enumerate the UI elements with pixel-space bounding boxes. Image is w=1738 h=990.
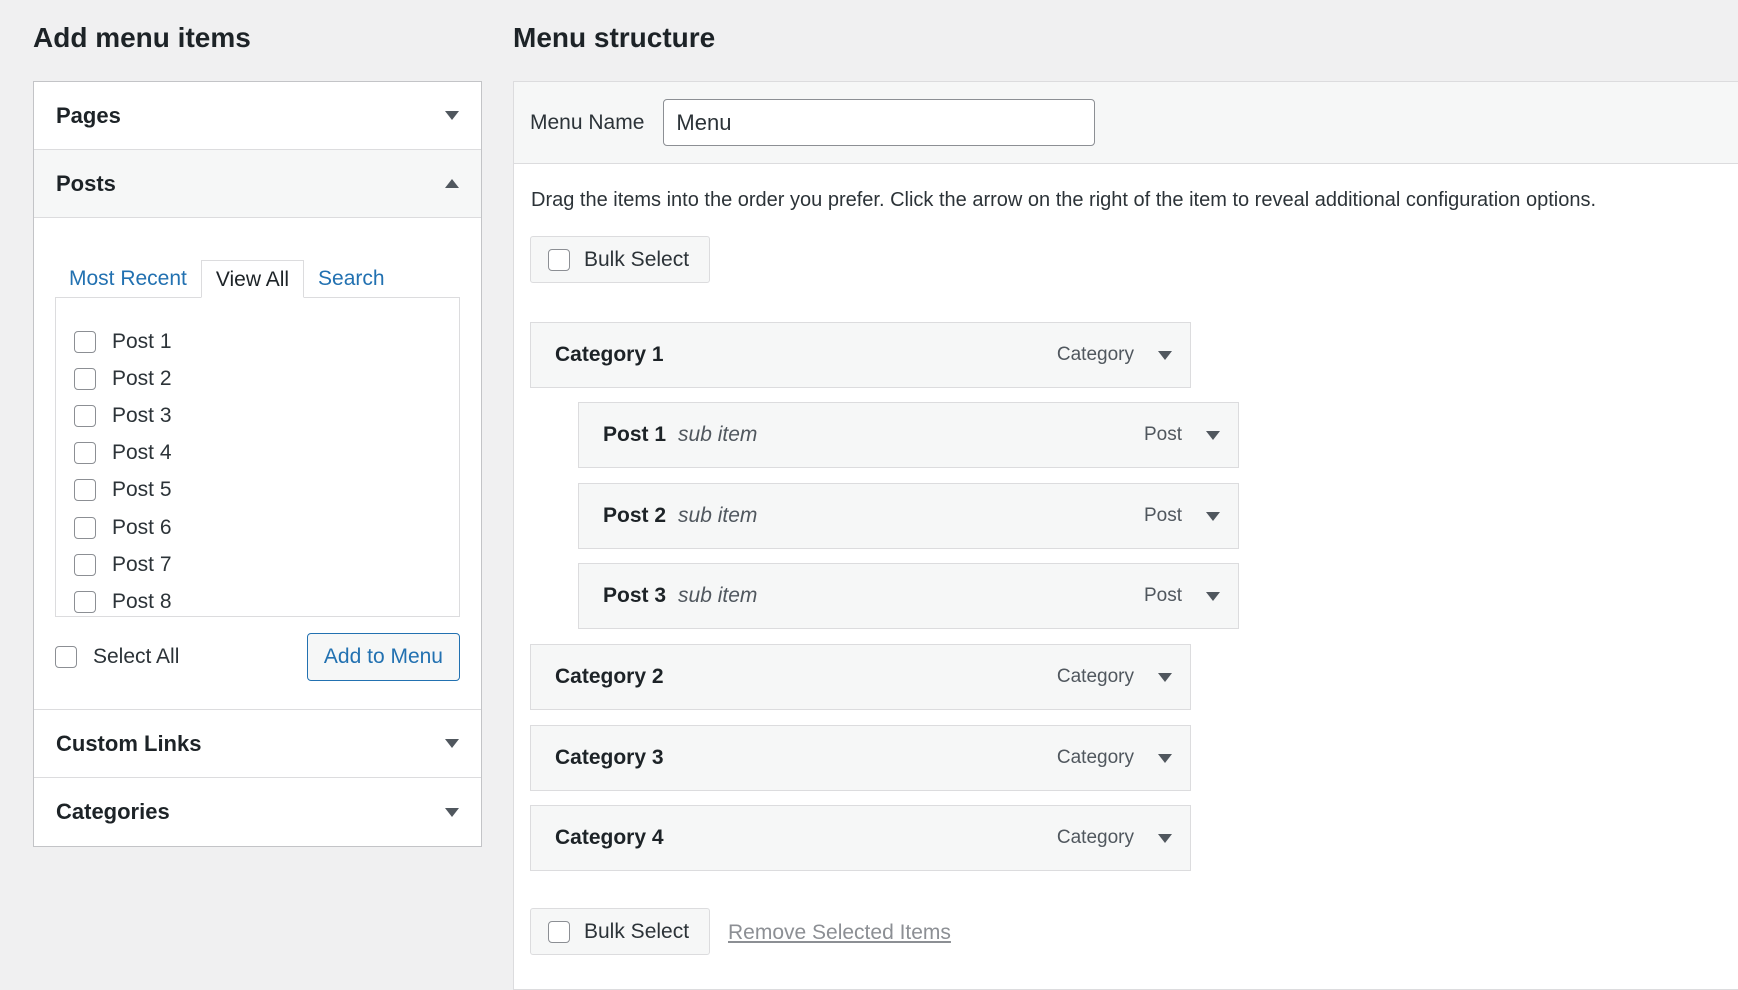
menu-item-sub-label: sub item	[678, 584, 758, 607]
menu-structure-panel: Menu Name Drag the items into the order …	[513, 81, 1738, 990]
menu-item-title: Category 1	[555, 343, 664, 366]
list-item: Post 8	[74, 583, 441, 616]
menu-item-category-2[interactable]: Category 2 Category	[530, 644, 1191, 710]
menu-item-title: Category 3	[555, 746, 664, 769]
pages-section-label: Pages	[56, 102, 121, 128]
menu-item-type: Category	[1056, 747, 1134, 768]
menu-item-title: Category 4	[555, 826, 664, 849]
post-label: Post 2	[112, 366, 172, 390]
chevron-down-icon[interactable]	[1158, 753, 1172, 763]
chevron-down-icon[interactable]	[1158, 833, 1172, 843]
chevron-down-icon[interactable]	[1206, 511, 1220, 521]
menu-item-type: Category	[1056, 827, 1134, 848]
list-item: Post 1	[74, 323, 441, 360]
bulk-select-top[interactable]: Bulk Select	[530, 236, 710, 283]
menu-item-category-4[interactable]: Category 4 Category	[530, 805, 1191, 871]
chevron-down-icon[interactable]	[1206, 591, 1220, 601]
menu-item-type: Category	[1056, 666, 1134, 687]
categories-section-header[interactable]: Categories	[34, 778, 481, 846]
menu-item-post-3[interactable]: Post 3 sub item Post	[578, 563, 1239, 629]
post-checkbox[interactable]	[74, 330, 96, 353]
post-checkbox[interactable]	[74, 442, 96, 465]
menu-item-post-2[interactable]: Post 2 sub item Post	[578, 483, 1239, 549]
tab-view-all[interactable]: View All	[200, 260, 305, 298]
posts-section-header[interactable]: Posts	[34, 150, 481, 218]
menu-name-label: Menu Name	[530, 110, 645, 134]
bulk-select-checkbox[interactable]	[548, 920, 570, 943]
add-menu-items-panel: Pages Posts Most Recent View All Search …	[33, 81, 482, 847]
chevron-down-icon	[445, 111, 459, 120]
custom-links-section-label: Custom Links	[56, 730, 202, 756]
post-checkbox[interactable]	[74, 404, 96, 427]
pages-section-header[interactable]: Pages	[34, 82, 481, 150]
post-label: Post 6	[112, 515, 172, 539]
menu-name-bar: Menu Name	[514, 82, 1738, 164]
posts-section-body: Most Recent View All Search Post 1 Post …	[34, 218, 481, 710]
post-label: Post 4	[112, 441, 172, 465]
post-label: Post 5	[112, 478, 172, 502]
post-label: Post 7	[112, 552, 172, 576]
posts-tabs: Most Recent View All Search	[55, 218, 460, 298]
chevron-down-icon	[445, 739, 459, 748]
menu-item-title: Category 2	[555, 665, 664, 688]
bulk-select-bottom[interactable]: Bulk Select	[530, 908, 710, 955]
bulk-select-checkbox[interactable]	[548, 248, 570, 271]
post-checkbox[interactable]	[74, 367, 96, 390]
post-checkbox[interactable]	[74, 516, 96, 539]
select-all[interactable]: Select All	[55, 645, 179, 669]
post-label: Post 8	[112, 589, 172, 613]
menu-item-type: Post	[1143, 424, 1182, 445]
menu-item-title: Post 3	[603, 584, 667, 607]
custom-links-section-header[interactable]: Custom Links	[34, 710, 481, 778]
list-item: Post 2	[74, 360, 441, 397]
remove-selected-items-link[interactable]: Remove Selected Items	[728, 921, 951, 945]
bulk-select-label: Bulk Select	[584, 247, 690, 271]
tab-search[interactable]: Search	[304, 260, 399, 298]
select-all-checkbox[interactable]	[55, 646, 77, 668]
posts-section-label: Posts	[56, 170, 116, 196]
chevron-down-icon[interactable]	[1158, 350, 1172, 360]
menu-name-input[interactable]	[663, 99, 1096, 146]
chevron-up-icon	[445, 179, 459, 188]
post-checkbox[interactable]	[74, 590, 96, 613]
list-item: Post 3	[74, 397, 441, 434]
menu-item-title: Post 2	[603, 504, 667, 527]
menu-item-sub-label: sub item	[678, 423, 758, 446]
add-menu-items-heading: Add menu items	[33, 22, 251, 53]
post-label: Post 3	[112, 403, 172, 427]
chevron-down-icon[interactable]	[1206, 430, 1220, 440]
menu-item-type: Post	[1143, 505, 1182, 526]
menu-item-sub-label: sub item	[678, 504, 758, 527]
post-checkbox[interactable]	[74, 479, 96, 502]
chevron-down-icon[interactable]	[1158, 672, 1172, 682]
list-item: Post 5	[74, 472, 441, 509]
menu-item-title: Post 1	[603, 423, 667, 446]
menu-instructions: Drag the items into the order you prefer…	[531, 189, 1597, 211]
menu-item-category-1[interactable]: Category 1 Category	[530, 322, 1191, 388]
select-all-label: Select All	[93, 645, 180, 668]
list-item: Post 7	[74, 546, 441, 583]
list-item: Post 4	[74, 435, 441, 472]
list-item: Post 6	[74, 509, 441, 546]
menu-item-type: Post	[1143, 585, 1182, 606]
post-checkbox[interactable]	[74, 553, 96, 576]
tab-most-recent[interactable]: Most Recent	[55, 260, 201, 298]
post-label: Post 1	[112, 329, 172, 353]
menu-item-type: Category	[1056, 344, 1134, 365]
menu-item-category-3[interactable]: Category 3 Category	[530, 725, 1191, 791]
bulk-select-label: Bulk Select	[584, 919, 690, 943]
menu-item-post-1[interactable]: Post 1 sub item Post	[578, 402, 1239, 468]
categories-section-label: Categories	[56, 799, 170, 824]
menu-structure-heading: Menu structure	[513, 22, 716, 53]
posts-actions: Select All Add to Menu	[55, 633, 460, 681]
posts-checklist: Post 1 Post 2 Post 3 Post 4 Post 5 Post …	[55, 297, 460, 617]
chevron-down-icon	[445, 807, 459, 817]
add-to-menu-button[interactable]: Add to Menu	[306, 633, 460, 681]
